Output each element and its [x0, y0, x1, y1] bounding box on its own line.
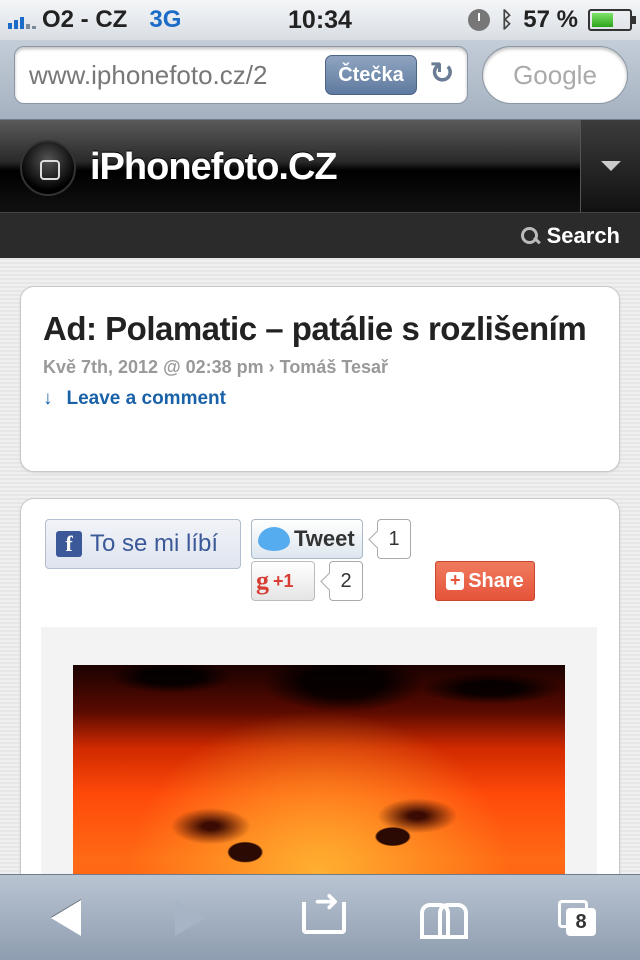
back-button[interactable] — [36, 895, 96, 941]
menu-toggle-button[interactable] — [580, 120, 640, 212]
bluetooth-icon: ᛒ — [500, 7, 514, 32]
tabs-button[interactable]: 8 — [548, 895, 608, 941]
plus-icon: + — [446, 571, 465, 590]
share-icon — [302, 884, 346, 934]
status-right: ᛒ 57 % — [468, 6, 636, 34]
facebook-like-button[interactable]: f To se mi líbí — [45, 519, 241, 569]
post-title: Ad: Polamatic – patálie s rozlišením — [43, 310, 587, 347]
search-label: Search — [546, 223, 620, 248]
url-text[interactable]: www.iphonefoto.cz/2 — [29, 60, 321, 91]
status-bar: O2 - CZ 3G 10:34 ᛒ 57 % — [0, 0, 640, 40]
search-button[interactable]: Search — [520, 223, 620, 249]
twitter-icon — [258, 527, 290, 551]
post-header-card: Ad: Polamatic – patálie s rozlišením Kvě… — [20, 286, 620, 472]
safari-toolbar: 8 — [0, 874, 640, 960]
tweet-count: 1 — [377, 519, 411, 559]
tweet-button[interactable]: Tweet — [251, 519, 363, 559]
clock-icon — [468, 9, 491, 31]
tabs-count: 8 — [566, 908, 596, 936]
network-type: 3G — [149, 6, 182, 33]
signal-icon — [8, 11, 36, 29]
down-arrow-icon: ↓ — [43, 388, 53, 409]
google-plus-count: 2 — [329, 561, 363, 601]
search-strip: Search — [0, 212, 640, 258]
post-image-frame — [41, 627, 597, 874]
google-plus-label: +1 — [273, 570, 294, 591]
search-icon — [520, 227, 539, 245]
reader-button[interactable]: Čtečka — [325, 55, 417, 95]
google-plus-icon: g — [256, 566, 269, 595]
share-label: Share — [468, 569, 524, 592]
chevron-down-icon — [600, 161, 621, 171]
post-body-card: f To se mi líbí Tweet 1 g +1 2 + Share — [20, 498, 620, 874]
battery-icon — [588, 9, 636, 31]
carrier-name: O2 - CZ — [42, 6, 128, 33]
back-icon — [51, 900, 81, 936]
site-header: iPhonefoto.CZ — [0, 120, 640, 212]
share-action-button[interactable] — [294, 884, 354, 941]
facebook-icon: f — [56, 531, 82, 557]
tabs-icon: 8 — [558, 900, 598, 936]
page-content[interactable]: Ad: Polamatic – patálie s rozlišením Kvě… — [0, 258, 640, 874]
google-plus-button[interactable]: g +1 — [251, 561, 315, 601]
site-title[interactable]: iPhonefoto.CZ — [90, 146, 338, 189]
post-image[interactable] — [73, 665, 565, 874]
leave-comment-link[interactable]: ↓ Leave a comment — [43, 388, 597, 410]
forward-icon — [175, 900, 205, 936]
share-button[interactable]: + Share — [435, 561, 535, 601]
safari-url-bar: www.iphonefoto.cz/2 Čtečka ↻ Google — [0, 40, 640, 120]
search-field[interactable]: Google — [482, 46, 628, 104]
clock-time: 10:34 — [288, 5, 352, 34]
battery-percent: 57 % — [523, 6, 578, 33]
reload-icon[interactable]: ↻ — [427, 59, 457, 89]
bookmarks-button[interactable] — [414, 895, 474, 941]
address-field[interactable]: www.iphonefoto.cz/2 Čtečka ↻ — [14, 46, 468, 104]
forward-button[interactable] — [160, 895, 220, 941]
facebook-like-label: To se mi líbí — [90, 530, 219, 557]
tweet-label: Tweet — [294, 526, 355, 551]
logo-icon[interactable] — [20, 140, 76, 196]
post-meta: Kvě 7th, 2012 @ 02:38 pm › Tomáš Tesař — [43, 357, 389, 377]
leave-comment-label[interactable]: Leave a comment — [67, 388, 226, 410]
bookmarks-icon — [420, 903, 468, 939]
